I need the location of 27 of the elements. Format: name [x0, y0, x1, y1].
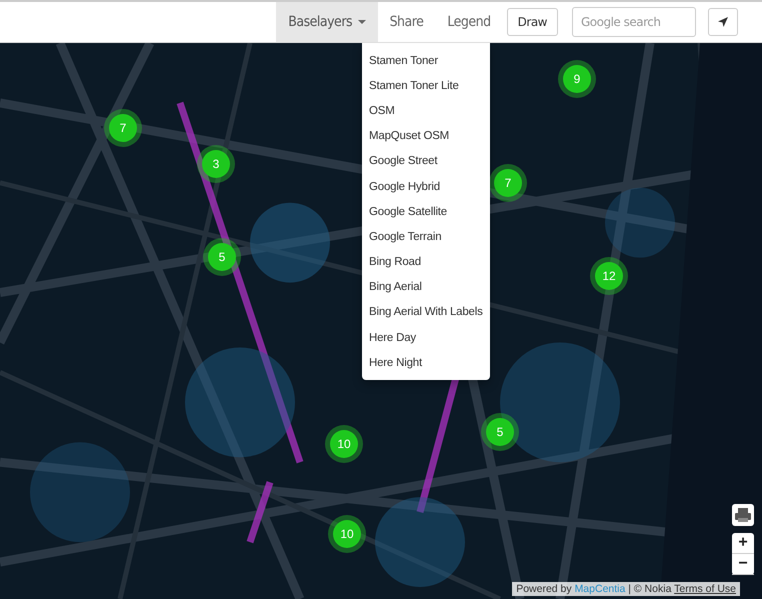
- locate-button[interactable]: [708, 8, 738, 36]
- zoom-in-button[interactable]: +: [732, 533, 754, 554]
- menu-item[interactable]: Google Hybrid: [362, 174, 490, 200]
- menu-item[interactable]: Stamen Toner: [362, 48, 490, 74]
- menu-item[interactable]: MapQuset OSM: [362, 124, 490, 149]
- zoom-out-button[interactable]: −: [732, 554, 754, 575]
- navigation-arrow-icon: [717, 16, 729, 28]
- legend-button[interactable]: Legend: [435, 2, 503, 42]
- menu-item[interactable]: Here Day: [362, 325, 490, 350]
- attribution-text: Powered by MapCentia | © Nokia Terms of Use: [512, 582, 740, 596]
- menu-item[interactable]: Bing Aerial With Labels: [362, 300, 490, 326]
- share-button[interactable]: Share: [378, 2, 436, 42]
- draw-button[interactable]: Draw: [506, 8, 558, 36]
- menu-item[interactable]: Google Terrain: [362, 224, 490, 250]
- menu-item[interactable]: Here Night: [362, 350, 490, 376]
- menu-item[interactable]: OSM: [362, 98, 490, 124]
- menu-item[interactable]: Google Satellite: [362, 199, 490, 224]
- baselayers-dropdown[interactable]: Baselayers: [276, 2, 378, 42]
- search-field[interactable]: Google search: [572, 7, 696, 37]
- terms-link[interactable]: Terms of Use: [674, 583, 736, 595]
- print-button[interactable]: [732, 504, 754, 526]
- menu-item[interactable]: Google Street: [362, 148, 490, 174]
- menu-item[interactable]: Stamen Toner Lite: [362, 73, 490, 98]
- printer-icon: [735, 508, 751, 522]
- menu-item[interactable]: Bing Aerial: [362, 274, 490, 300]
- menu-item[interactable]: Bing Road: [362, 250, 490, 275]
- caret-icon: [358, 20, 366, 24]
